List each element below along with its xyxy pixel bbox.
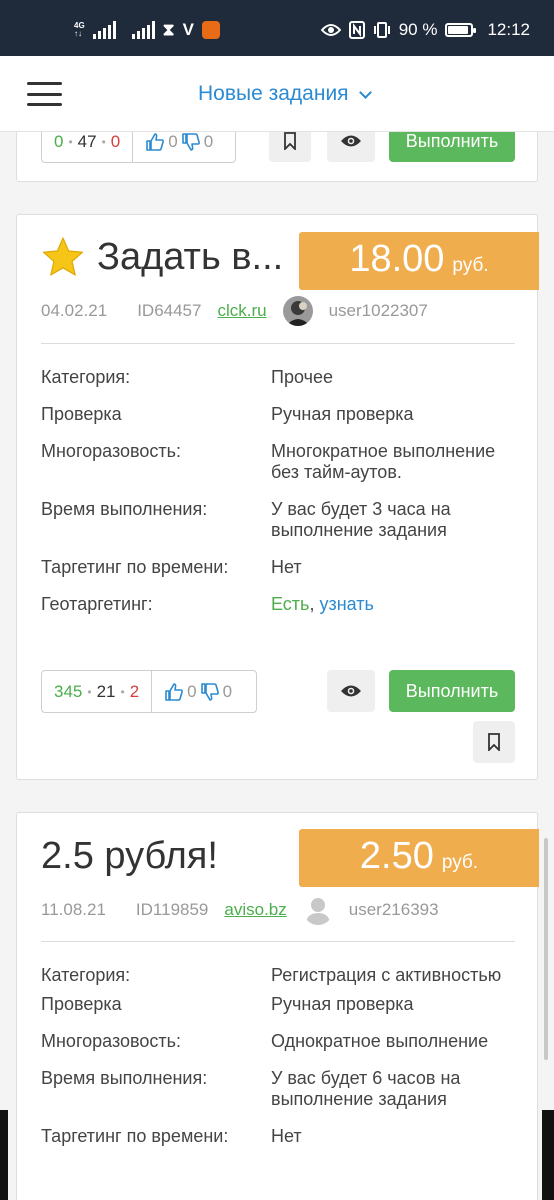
task-date: 11.08.21	[41, 900, 106, 919]
likes-count: 0	[168, 131, 178, 151]
signal-icon	[131, 21, 155, 39]
bookmark-button[interactable]	[473, 721, 515, 763]
vibrate-icon	[373, 22, 390, 38]
app-header: Новые задания	[0, 56, 554, 132]
page-title: Новые задания	[198, 82, 349, 105]
done-count: 345	[54, 681, 83, 701]
hamburger-icon[interactable]	[27, 82, 62, 106]
task-counters: 345 • 21 • 2	[54, 681, 140, 701]
price-currency: руб.	[441, 852, 479, 873]
screen-edge	[0, 1110, 8, 1200]
eye-icon	[320, 24, 341, 36]
star-icon	[42, 237, 84, 276]
app-icon	[201, 21, 220, 39]
task-title[interactable]: Задать в...	[41, 235, 283, 279]
task-date: 04.02.21	[41, 301, 108, 320]
task-id: ID119859	[135, 900, 209, 919]
task-card: Задать в... 18.00 руб. 04.02.21 ID64457 …	[16, 214, 539, 780]
divider	[41, 343, 515, 344]
chevron-down-icon	[358, 85, 372, 99]
task-author[interactable]: user1022307	[329, 301, 428, 321]
task-stats: 345 • 21 • 2 0 0	[41, 670, 257, 713]
network-type: 4G ↑↓	[74, 21, 85, 38]
task-author[interactable]: user216393	[349, 900, 439, 920]
avatar[interactable]	[282, 296, 313, 326]
view-button[interactable]	[327, 670, 375, 712]
price-currency: руб.	[452, 255, 489, 276]
detail-row: Время выполнения: У вас будет 3 часа на …	[41, 499, 451, 540]
geo-status: Есть	[271, 594, 310, 614]
detail-row: Категория: Прочее	[41, 367, 333, 387]
done-count: 0	[54, 131, 64, 151]
task-site-link[interactable]: clck.ru	[217, 301, 266, 321]
price-amount: 18.00	[349, 238, 445, 280]
hourglass-icon: ⧗	[162, 20, 175, 39]
rejected-count: 0	[110, 131, 121, 151]
dislikes-count: 0	[222, 681, 233, 701]
price-badge: 18.00 руб.	[299, 232, 539, 290]
task-meta: 11.08.21 ID119859 aviso.bz user216393	[41, 895, 439, 925]
thumbs-up-icon[interactable]	[145, 132, 165, 152]
nfc-icon	[348, 21, 365, 39]
eye-icon	[341, 685, 361, 697]
screen-edge	[542, 1110, 554, 1200]
detail-row: Время выполнения: У вас будет 6 часов на…	[41, 1068, 461, 1109]
task-details: Категория: Прочее Проверка Ручная провер…	[41, 367, 515, 615]
detail-row-geo: Геотаргетинг: Есть, узнать	[41, 594, 374, 614]
signal-icon	[92, 21, 116, 39]
task-card: 2.5 рубля! 2.50 руб. 11.08.21 ID119859 a…	[16, 812, 539, 1200]
battery-percent: 90 %	[398, 20, 438, 39]
eye-icon	[341, 135, 361, 147]
thumbs-down-icon[interactable]	[181, 132, 201, 152]
price-amount: 2.50	[359, 835, 434, 877]
detail-row: Многоразовость: Многократное выполнение …	[41, 441, 496, 482]
pending-count: 47	[77, 131, 97, 151]
detail-row: Таргетинг по времени: Нет	[41, 1126, 302, 1146]
clock: 12:12	[487, 20, 530, 39]
detail-row: Таргетинг по времени: Нет	[41, 557, 302, 577]
status-left: 4G ↑↓ ⧗ V	[74, 18, 220, 42]
task-id: ID64457	[137, 301, 202, 320]
v-icon: V	[182, 20, 194, 39]
status-right: 90 % 12:12	[320, 18, 530, 42]
bookmark-icon	[284, 132, 296, 150]
geo-details-link[interactable]: узнать	[319, 594, 373, 614]
battery-icon	[445, 23, 477, 37]
detail-row: Категория: Регистрация с активностью	[41, 965, 502, 985]
pending-count: 21	[96, 681, 116, 701]
default-avatar-icon[interactable]	[303, 895, 333, 925]
divider	[41, 941, 515, 942]
task-title[interactable]: 2.5 рубля!	[41, 835, 218, 878]
rating-block[interactable]: 0 0	[151, 671, 244, 712]
task-meta: 04.02.21 ID64457 clck.ru user1022307	[41, 296, 428, 326]
execute-button[interactable]: Выполнить	[389, 670, 515, 712]
thumbs-up-icon[interactable]	[164, 682, 184, 702]
detail-row: Многоразовость: Однократное выполнение	[41, 1031, 489, 1051]
task-filter-dropdown[interactable]: Новые задания	[198, 82, 372, 106]
task-details: Категория: Регистрация с активностью Про…	[41, 965, 515, 1147]
price-badge: 2.50 руб.	[299, 829, 539, 887]
status-bar: 4G ↑↓ ⧗ V 90 % 12:12	[0, 0, 554, 56]
dislikes-count: 0	[203, 131, 214, 151]
task-site-link[interactable]: aviso.bz	[224, 900, 286, 920]
bookmark-icon	[488, 733, 500, 751]
detail-row: Проверка Ручная проверка	[41, 404, 414, 424]
detail-row: Проверка Ручная проверка	[41, 994, 414, 1014]
likes-count: 0	[187, 681, 197, 701]
thumbs-down-icon[interactable]	[200, 682, 220, 702]
scrollbar[interactable]	[544, 838, 548, 1060]
rejected-count: 2	[129, 681, 140, 701]
